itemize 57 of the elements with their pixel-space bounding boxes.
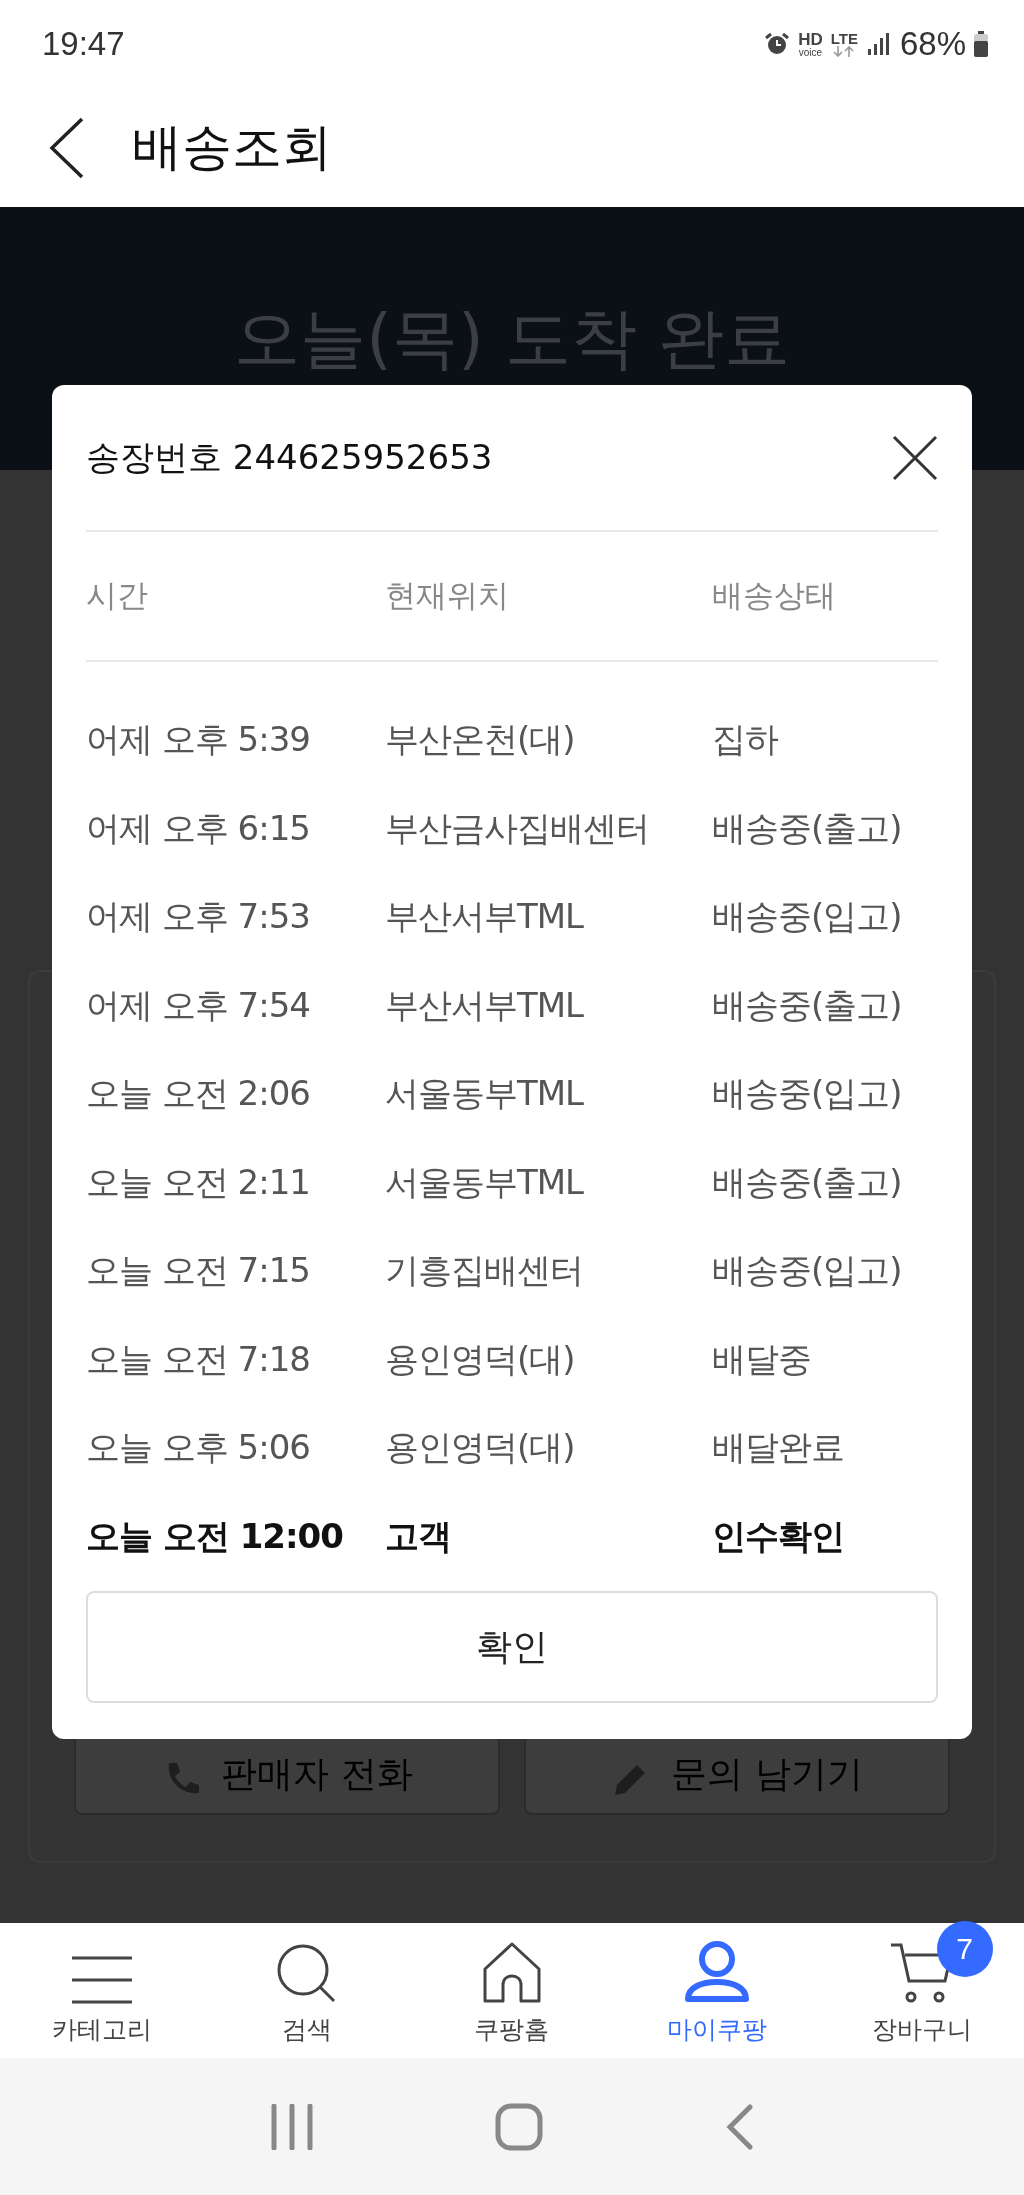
location-cell-text: 부산서부TML — [385, 983, 585, 1027]
menu-icon — [70, 1955, 135, 2005]
recent-apps-icon[interactable] — [270, 2103, 315, 2150]
time-cell-text: 오늘 오전 12:00 — [86, 1514, 344, 1558]
location-cell-text: 용인영덕(대) — [385, 1426, 576, 1470]
time-cell-text: 어제 오후 7:54 — [86, 983, 311, 1027]
nav-tab[interactable]: 카테고리 — [0, 1923, 205, 2058]
close-icon[interactable] — [892, 434, 938, 481]
nav-tab[interactable]: 검색 — [204, 1923, 410, 2058]
lte-label: LTE — [830, 31, 858, 46]
time-cell-text: 오늘 오후 5:06 — [86, 1426, 311, 1470]
time-cell-text: 오늘 오전 7:15 — [86, 1249, 311, 1293]
person-icon — [682, 1939, 751, 2005]
time-cell-text: 오늘 오전 7:18 — [86, 1337, 311, 1381]
status-cell-text: 배달중 — [712, 1337, 812, 1381]
location-cell-text: 부산금사집배센터 — [385, 806, 650, 850]
time-cell-text: 오늘 오전 2:06 — [86, 1072, 311, 1116]
location-cell-text: 서울동부TML — [385, 1072, 585, 1116]
home-button-icon[interactable] — [495, 2102, 543, 2151]
status-cell-text: 배송중(출고) — [712, 983, 903, 1027]
status-time: 19:47 — [42, 25, 125, 63]
time-cell-text: 어제 오후 5:39 — [86, 718, 311, 762]
location-cell-text: 부산온천(대) — [385, 718, 576, 762]
time-cell-text: 어제 오후 6:15 — [86, 806, 311, 850]
time-cell-text: 어제 오후 7:53 — [86, 895, 311, 939]
hd-label: HD — [798, 30, 823, 48]
dialog-title: 송장번호 244625952653 — [86, 435, 493, 479]
location-cell-text: 부산서부TML — [385, 895, 585, 939]
signal-icon — [865, 31, 892, 57]
time-cell-text: 오늘 오전 2:11 — [86, 1160, 311, 1204]
column-header: 현재위치 — [385, 576, 510, 615]
status-cell-text: 배달완료 — [712, 1426, 845, 1470]
location-cell-text: 용인영덕(대) — [385, 1337, 576, 1381]
data-arrows-icon — [833, 46, 856, 57]
status-cell-text: 배송중(출고) — [712, 1160, 903, 1204]
page-title: 배송조회 — [132, 117, 332, 178]
nav-tab[interactable]: 마이쿠팡 — [614, 1923, 820, 2058]
status-cell-text: 배송중(입고) — [712, 895, 903, 939]
battery-icon — [974, 31, 988, 57]
nav-tab[interactable]: 쿠팡홈 — [409, 1923, 615, 2058]
status-cell-text: 집하 — [712, 718, 779, 762]
status-cell-text: 배송중(출고) — [712, 806, 903, 850]
battery-percent: 68% — [899, 25, 966, 63]
confirm-button[interactable]: 확인 — [86, 1591, 938, 1703]
status-cell-text: 배송중(입고) — [712, 1249, 903, 1293]
status-cell-text: 배송중(입고) — [712, 1072, 903, 1116]
voice-label: voice — [798, 47, 823, 58]
location-cell-text: 기흥집배센터 — [385, 1249, 584, 1293]
home-icon — [481, 1941, 543, 2005]
column-header: 배송상태 — [712, 576, 837, 615]
location-cell-text: 고객 — [385, 1514, 452, 1558]
status-cell-text: 인수확인 — [712, 1514, 845, 1558]
location-cell-text: 서울동부TML — [385, 1160, 585, 1204]
alarm-icon — [764, 31, 791, 57]
nav-tab[interactable]: 7 장바구니 — [819, 1923, 1024, 2058]
cart-count-badge: 7 — [936, 1921, 993, 1977]
column-header: 시간 — [86, 576, 149, 615]
